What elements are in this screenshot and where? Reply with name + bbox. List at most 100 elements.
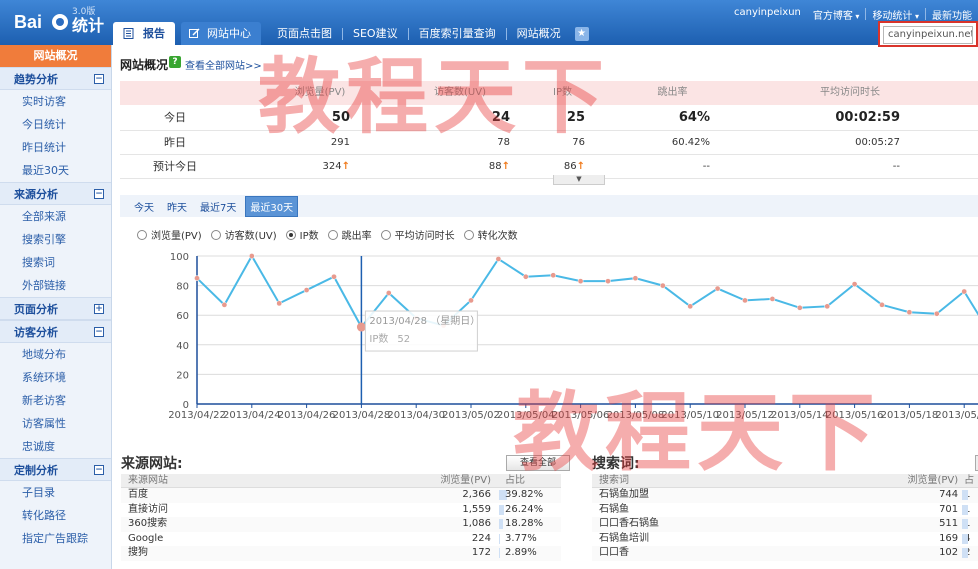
metric-uv[interactable]: 访客数(UV) [210,227,277,242]
sidebar-item-overview[interactable]: 网站概况 [0,45,111,67]
mobile-stats-link[interactable]: 移动统计 [866,7,925,22]
table-row[interactable]: 口口香 1022 [592,546,978,561]
table-row[interactable]: 搜狗 172 2.89% [121,546,561,561]
sidebar-item-yesterday[interactable]: 昨日统计 [0,136,111,159]
metric-conversions[interactable]: 转化次数 [463,227,518,242]
table-row[interactable]: 百度 2,366 39.82% [121,488,561,503]
radio-button[interactable] [380,229,391,240]
collapse-summary-button[interactable]: ▼ [553,175,605,185]
table-row[interactable]: 直接访问 1,559 26.24% [121,503,561,518]
summary-header-bounce: 跳出率 [657,87,688,98]
source-pct: 26.24% [491,503,561,518]
baidu-tongji-logo[interactable]: Bai 3.0版 统计 [10,7,110,40]
official-blog-link[interactable]: 官方博客 [807,7,866,22]
sidebar-item-keywords[interactable]: 搜索词 [0,251,111,274]
keyword-name[interactable]: 口口香石锅鱼 [592,517,869,532]
data-point [522,273,529,280]
tab-seo[interactable]: SEO建议 [343,22,408,45]
sidebar-item-ad-tracking[interactable]: 指定广告跟踪 [0,527,111,550]
metric-ip[interactable]: IP数 [285,227,319,242]
sidebar-item-region[interactable]: 地域分布 [0,343,111,366]
sidebar-group-trend[interactable]: 趋势分析 − [0,67,111,90]
star-icon[interactable]: ★ [574,27,589,41]
collapse-icon[interactable]: − [94,327,104,337]
sidebar-item-last30[interactable]: 最近30天 [0,159,111,182]
forecast-pv: 324 [230,155,350,178]
source-name[interactable]: 直接访问 [121,503,401,518]
table-row[interactable]: 石锅鱼培训 1694 [592,532,978,547]
radio-button[interactable] [463,229,474,240]
sidebar-item-search-engine[interactable]: 搜索引擎 [0,228,111,251]
today-duration: 00:02:59 [835,110,900,125]
sidebar-item-subdir[interactable]: 子目录 [0,481,111,504]
sidebar-item-conversion[interactable]: 转化路径 [0,504,111,527]
tab-site-center[interactable]: 网站中心 [181,22,261,45]
radio-button[interactable] [327,229,338,240]
latest-features-link[interactable]: 最新功能 [926,7,978,22]
sidebar-group-visitor[interactable]: 访客分析 − [0,320,111,343]
radio-button-selected[interactable] [285,229,296,240]
tab-report-label: 报告 [143,27,165,40]
sidebar-group-source[interactable]: 来源分析 − [0,182,111,205]
radio-button[interactable] [210,229,221,240]
view-all-sources-button[interactable]: 查看全部 [506,455,570,471]
logo-tongji: 统计 [72,16,105,35]
sidebar-item-all-sources[interactable]: 全部来源 [0,205,111,228]
data-point [468,297,474,304]
sidebar-item-new-old[interactable]: 新老访客 [0,389,111,412]
keyword-name[interactable]: 石锅鱼 [592,503,869,518]
table-row[interactable]: 口口香石锅鱼 5111 [592,517,978,532]
sidebar-group-page[interactable]: 页面分析 + [0,297,111,320]
tab-click-map[interactable]: 页面点击图 [267,22,342,45]
keyword-name[interactable]: 石锅鱼培训 [592,532,869,547]
range-7days[interactable]: 最近7天 [200,199,236,214]
sidebar-group-custom[interactable]: 定制分析 − [0,458,111,481]
sidebar-item-attributes[interactable]: 访客属性 [0,412,111,435]
collapse-icon[interactable]: − [94,74,104,84]
collapse-icon[interactable]: − [94,465,104,475]
range-30days[interactable]: 最近30天 [245,195,299,217]
summary-header: 浏览量(PV) 访客数(UV) IP数 跳出率 平均访问时长 [120,81,978,105]
table-row[interactable]: 石锅鱼 7011 [592,503,978,518]
metric-pv[interactable]: 浏览量(PV) [137,227,202,242]
ip-trend-chart[interactable]: 0204060801002013/04/222013/04/242013/04/… [169,245,978,475]
paw-icon [52,14,68,30]
source-name[interactable]: Google [121,532,401,547]
source-name[interactable]: 搜狗 [121,546,401,561]
expand-icon[interactable]: + [94,304,104,314]
source-pct: 3.77% [491,532,561,547]
tooltip-label: IP数 [369,332,388,345]
help-icon[interactable]: ? [169,56,181,68]
keyword-name[interactable]: 口口香 [592,546,869,561]
sidebar-item-external-links[interactable]: 外部链接 [0,274,111,297]
source-name[interactable]: 百度 [121,488,401,503]
site-selector[interactable]: canyinpeixun.net [878,21,978,47]
radio-button[interactable] [137,229,147,240]
data-point [632,275,639,282]
user-name[interactable]: canyinpeixun [728,7,807,22]
x-tick-label: 2013/05/18 [881,410,939,421]
collapse-icon[interactable]: − [94,189,104,199]
keyword-name[interactable]: 石锅鱼加盟 [592,488,869,503]
sidebar-item-today[interactable]: 今日统计 [0,113,111,136]
source-name[interactable]: 360搜索 [121,517,401,532]
sidebar-item-loyalty[interactable]: 忠诚度 [0,435,111,458]
sidebar-item-realtime[interactable]: 实时访客 [0,90,111,113]
forecast-pv-value: 324 [323,161,350,172]
table-row[interactable]: Google 224 3.77% [121,532,561,547]
metric-duration[interactable]: 平均访问时长 [380,227,455,242]
tab-site-overview[interactable]: 网站概况 [507,22,571,45]
source-pct: 2.89% [491,546,561,561]
x-tick-label: 2013/04/26 [278,410,336,421]
table-row[interactable]: 石锅鱼加盟 7441 [592,488,978,503]
tab-index-query[interactable]: 百度索引量查询 [409,22,506,45]
metric-bounce[interactable]: 跳出率 [327,227,372,242]
sidebar-group-label: 趋势分析 [14,73,58,86]
range-today[interactable]: 今天 [134,199,154,214]
sidebar-item-system[interactable]: 系统环境 [0,366,111,389]
range-yesterday[interactable]: 昨天 [167,199,187,214]
tab-report[interactable]: 报告 [113,22,175,45]
metric-label: 平均访问时长 [394,231,455,242]
view-all-sites-link[interactable]: 查看全部网站>> [185,57,262,72]
table-row[interactable]: 360搜索 1,086 18.28% [121,517,561,532]
